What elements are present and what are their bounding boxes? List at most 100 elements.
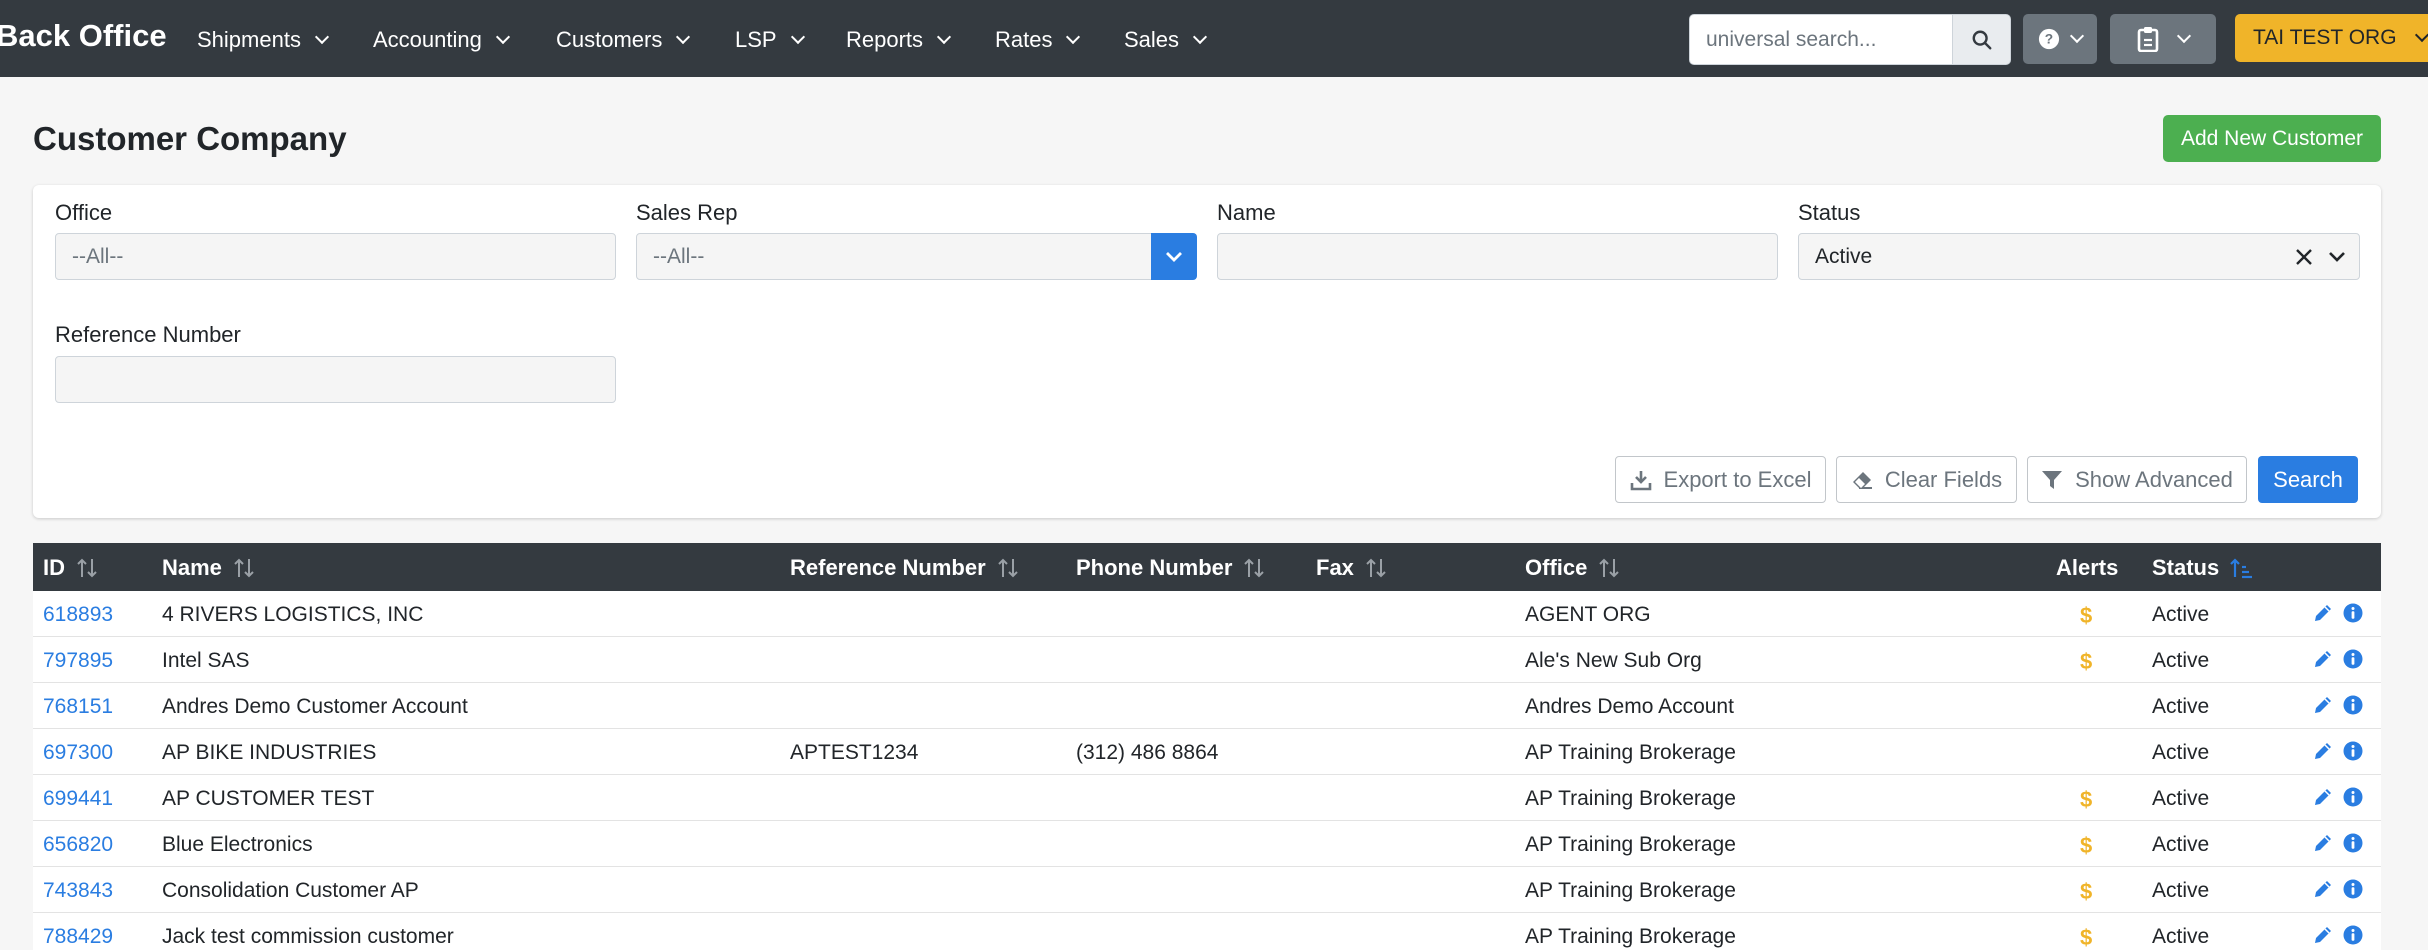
cell-status: Active xyxy=(2152,787,2210,810)
edit-pencil-icon[interactable] xyxy=(2313,649,2333,669)
edit-pencil-icon[interactable] xyxy=(2313,833,2333,853)
info-icon[interactable] xyxy=(2343,603,2363,623)
office-select-value: --All-- xyxy=(72,244,124,268)
cell-id[interactable]: 743843 xyxy=(43,879,113,903)
clear-fields-button[interactable]: Clear Fields xyxy=(1836,456,2017,503)
col-header-id-label: ID xyxy=(43,555,65,580)
show-advanced-button[interactable]: Show Advanced xyxy=(2027,456,2247,503)
info-icon[interactable] xyxy=(2343,879,2363,899)
row-actions xyxy=(2313,649,2363,669)
universal-search-input[interactable] xyxy=(1689,14,1953,65)
nav-shipments[interactable]: Shipments xyxy=(197,27,330,53)
table-row: 788429 Jack test commission customer AP Tr… xyxy=(33,913,2381,950)
filter-icon xyxy=(2042,470,2063,489)
chevron-down-icon xyxy=(314,29,330,45)
page-title: Customer Company xyxy=(33,120,347,157)
filter-card: Office --All-- Sales Rep --All-- Name St… xyxy=(33,185,2381,518)
cell-id[interactable]: 697300 xyxy=(43,741,113,765)
col-header-name-label: Name xyxy=(162,555,222,580)
col-header-phone-number[interactable]: Phone Number xyxy=(1076,555,1266,581)
nav-rates[interactable]: Rates xyxy=(995,27,1081,53)
info-icon[interactable] xyxy=(2343,649,2363,669)
info-icon[interactable] xyxy=(2343,833,2363,853)
add-new-customer-button[interactable]: Add New Customer xyxy=(2163,115,2381,162)
search-button[interactable]: Search xyxy=(2258,456,2358,503)
help-dropdown[interactable]: ? xyxy=(2023,14,2097,64)
office-select[interactable]: --All-- xyxy=(55,233,616,280)
edit-pencil-icon[interactable] xyxy=(2313,695,2333,715)
info-icon[interactable] xyxy=(2343,925,2363,945)
table-row: 768151 Andres Demo Customer Account Andres… xyxy=(33,683,2381,729)
col-header-name[interactable]: Name xyxy=(162,555,256,581)
sort-icon xyxy=(1244,558,1265,578)
col-header-status[interactable]: Status xyxy=(2152,555,2253,581)
search-icon xyxy=(1972,30,1991,49)
edit-pencil-icon[interactable] xyxy=(2313,741,2333,761)
export-excel-label: Export to Excel xyxy=(1663,466,1812,492)
chevron-down-icon xyxy=(790,29,805,45)
cell-id[interactable]: 656820 xyxy=(43,833,113,857)
cell-status: Active xyxy=(2152,603,2210,626)
clear-x-icon[interactable] xyxy=(2295,248,2313,266)
cell-name: AP BIKE INDUSTRIES xyxy=(162,741,377,764)
cell-office: AP Training Brokerage xyxy=(1525,833,1736,856)
table-row: 618893 4 RIVERS LOGISTICS, INC AGENT ORG $ A… xyxy=(33,591,2381,637)
col-header-reference-number[interactable]: Reference Number xyxy=(790,555,1020,581)
chevron-down-icon xyxy=(2414,27,2428,43)
info-icon[interactable] xyxy=(2343,741,2363,761)
nav-lsp-label: LSP xyxy=(735,27,777,52)
col-header-alerts: Alerts xyxy=(2056,555,2118,581)
edit-pencil-icon[interactable] xyxy=(2313,879,2333,899)
cell-status: Active xyxy=(2152,925,2210,948)
sort-icon xyxy=(77,558,97,578)
clipboard-dropdown[interactable] xyxy=(2110,14,2216,64)
col-header-office[interactable]: Office xyxy=(1525,555,1621,581)
col-header-status-label: Status xyxy=(2152,555,2220,580)
row-actions xyxy=(2313,833,2363,853)
sort-icon xyxy=(997,558,1018,578)
cell-name: Consolidation Customer AP xyxy=(162,879,419,902)
cell-id[interactable]: 699441 xyxy=(43,787,113,811)
cell-status: Active xyxy=(2152,649,2210,672)
nav-lsp[interactable]: LSP xyxy=(735,27,805,53)
row-actions xyxy=(2313,695,2363,715)
info-icon[interactable] xyxy=(2343,787,2363,807)
customer-table: ID Name Reference Number Phone Number Fa… xyxy=(33,543,2381,950)
cell-id[interactable]: 797895 xyxy=(43,649,113,673)
sales-rep-select[interactable]: --All-- xyxy=(636,233,1152,280)
chevron-down-icon xyxy=(495,29,510,45)
col-header-id[interactable]: ID xyxy=(43,555,99,581)
info-icon[interactable] xyxy=(2343,695,2363,715)
org-dropdown[interactable]: TAI TEST ORG xyxy=(2235,14,2428,62)
reference-number-input[interactable] xyxy=(55,356,616,403)
brand-title[interactable]: Back Office xyxy=(0,18,167,54)
cell-id[interactable]: 618893 xyxy=(43,603,113,627)
svg-text:?: ? xyxy=(2045,32,2053,47)
nav-reports[interactable]: Reports xyxy=(846,27,952,53)
nav-accounting[interactable]: Accounting xyxy=(373,27,510,53)
chevron-down-icon xyxy=(2069,28,2085,44)
cell-id[interactable]: 788429 xyxy=(43,925,113,949)
eraser-icon xyxy=(1852,471,1872,489)
universal-search-button[interactable] xyxy=(1953,14,2011,65)
cell-id[interactable]: 768151 xyxy=(43,695,113,719)
cell-status: Active xyxy=(2152,741,2210,764)
table-row: 797895 Intel SAS Ale's New Sub Org $ Active xyxy=(33,637,2381,683)
edit-pencil-icon[interactable] xyxy=(2313,787,2333,807)
nav-reports-label: Reports xyxy=(846,27,924,52)
sales-rep-label: Sales Rep xyxy=(636,200,738,225)
sort-ascending-icon xyxy=(2230,558,2253,579)
edit-pencil-icon[interactable] xyxy=(2313,603,2333,623)
col-header-fax[interactable]: Fax xyxy=(1316,555,1388,581)
universal-search xyxy=(1689,14,2011,65)
table-row: 656820 Blue Electronics AP Training Broker… xyxy=(33,821,2381,867)
sales-rep-dropdown-button[interactable] xyxy=(1151,233,1197,280)
nav-customers[interactable]: Customers xyxy=(556,27,691,53)
name-input[interactable] xyxy=(1217,233,1778,280)
row-actions xyxy=(2313,603,2363,623)
edit-pencil-icon[interactable] xyxy=(2313,925,2333,945)
sales-rep-select-value: --All-- xyxy=(653,244,705,268)
export-excel-button[interactable]: Export to Excel xyxy=(1615,456,1826,503)
nav-sales[interactable]: Sales xyxy=(1124,27,1208,53)
status-select[interactable]: Active xyxy=(1798,233,2360,280)
